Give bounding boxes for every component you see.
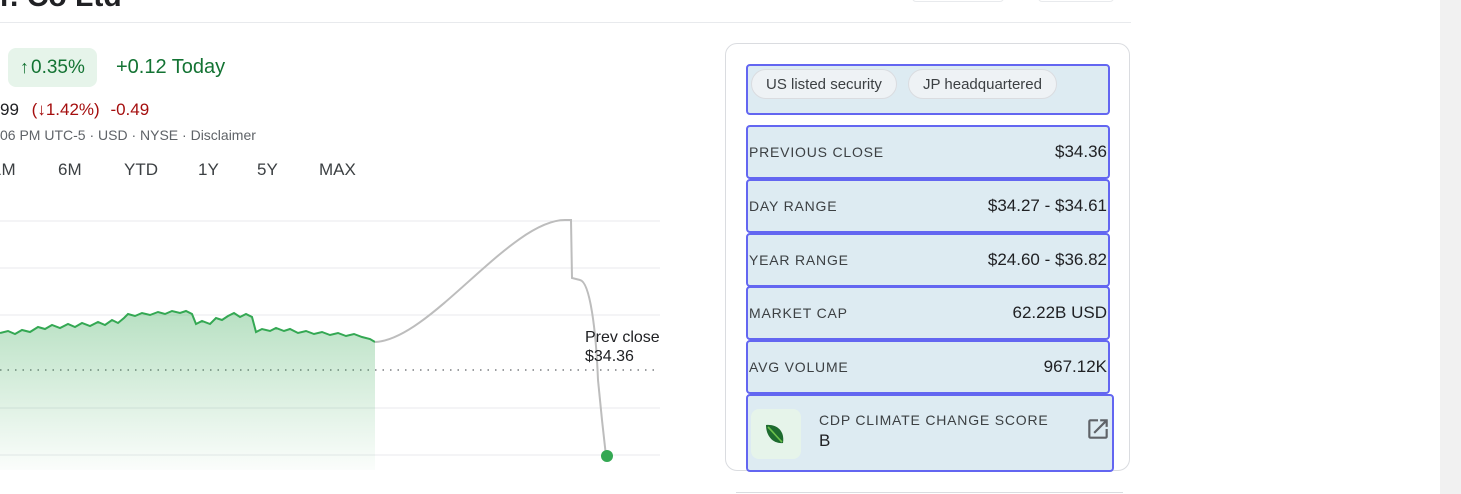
stat-label: AVG VOLUME — [749, 359, 849, 375]
stat-label: MARKET CAP — [749, 305, 848, 321]
change-percent-badge: ↑ 0.35% — [8, 48, 97, 87]
open-in-new-icon[interactable] — [1085, 416, 1111, 447]
stat-value: 62.22B USD — [1012, 303, 1108, 322]
after-hours-change: -0.49 — [110, 100, 150, 119]
tab-ytd[interactable]: YTD — [124, 160, 158, 180]
header-button[interactable] — [1038, 0, 1114, 2]
after-hours-percent-group: (↓1.42%) — [31, 100, 100, 119]
stat-value: $34.27 - $34.61 — [987, 196, 1107, 215]
stat-value: $34.36 — [1055, 142, 1107, 161]
stat-previous-close: PREVIOUS CLOSE $34.36 — [746, 125, 1110, 179]
page-title: r. Co Ltd — [0, 0, 122, 14]
stat-value: $24.60 - $36.82 — [987, 250, 1107, 269]
change-today: +0.12 Today — [116, 56, 226, 78]
prev-close-label: Prev close — [585, 329, 660, 346]
stat-year-range: YEAR RANGE $24.60 - $36.82 — [746, 233, 1110, 287]
after-hours-percent: 1.42% — [45, 100, 95, 119]
price-area — [0, 311, 375, 470]
divider — [0, 22, 1131, 23]
tab-5y[interactable]: 5Y — [257, 160, 278, 180]
price-chart[interactable]: Prev close $34.36 — [0, 205, 670, 475]
arrow-up-icon: ↑ — [20, 57, 29, 77]
stat-day-range: DAY RANGE $34.27 - $34.61 — [746, 179, 1110, 233]
cdp-score-card[interactable]: CDP CLIMATE CHANGE SCORE B — [746, 394, 1114, 472]
stat-label: YEAR RANGE — [749, 252, 849, 268]
leaf-icon — [751, 409, 801, 459]
after-hours-row: 99 (↓1.42%) -0.49 — [0, 100, 149, 120]
stat-value: 967.12K — [1043, 357, 1107, 376]
chip-us-listed[interactable]: US listed security — [751, 69, 897, 99]
tab-1y[interactable]: 1Y — [198, 160, 219, 180]
stat-label: DAY RANGE — [749, 198, 838, 214]
after-hours-line — [374, 219, 607, 457]
header-button[interactable] — [912, 0, 1004, 2]
stat-label: PREVIOUS CLOSE — [749, 144, 884, 160]
divider — [736, 492, 1123, 493]
scrollbar[interactable] — [1440, 0, 1461, 494]
cdp-value: B — [819, 431, 831, 450]
tab-6m[interactable]: 6M — [58, 160, 82, 180]
prev-close-value: $34.36 — [585, 348, 634, 365]
tab-max[interactable]: MAX — [319, 160, 356, 180]
tab-1m[interactable]: 1M — [0, 160, 16, 180]
current-price-dot — [601, 450, 613, 462]
attribute-chips: US listed security JP headquartered — [746, 64, 1110, 115]
cdp-label: CDP CLIMATE CHANGE SCORE — [819, 412, 1049, 428]
after-hours-price: 99 — [0, 100, 19, 119]
chip-jp-headquartered[interactable]: JP headquartered — [908, 69, 1057, 99]
change-percent: 0.35% — [31, 56, 85, 78]
stat-market-cap: MARKET CAP 62.22B USD — [746, 286, 1110, 340]
stat-avg-volume: AVG VOLUME 967.12K — [746, 340, 1110, 394]
arrow-down-icon: ↓ — [37, 100, 46, 119]
quote-meta: 06 PM UTC-5 · USD · NYSE · Disclaimer — [0, 127, 256, 143]
